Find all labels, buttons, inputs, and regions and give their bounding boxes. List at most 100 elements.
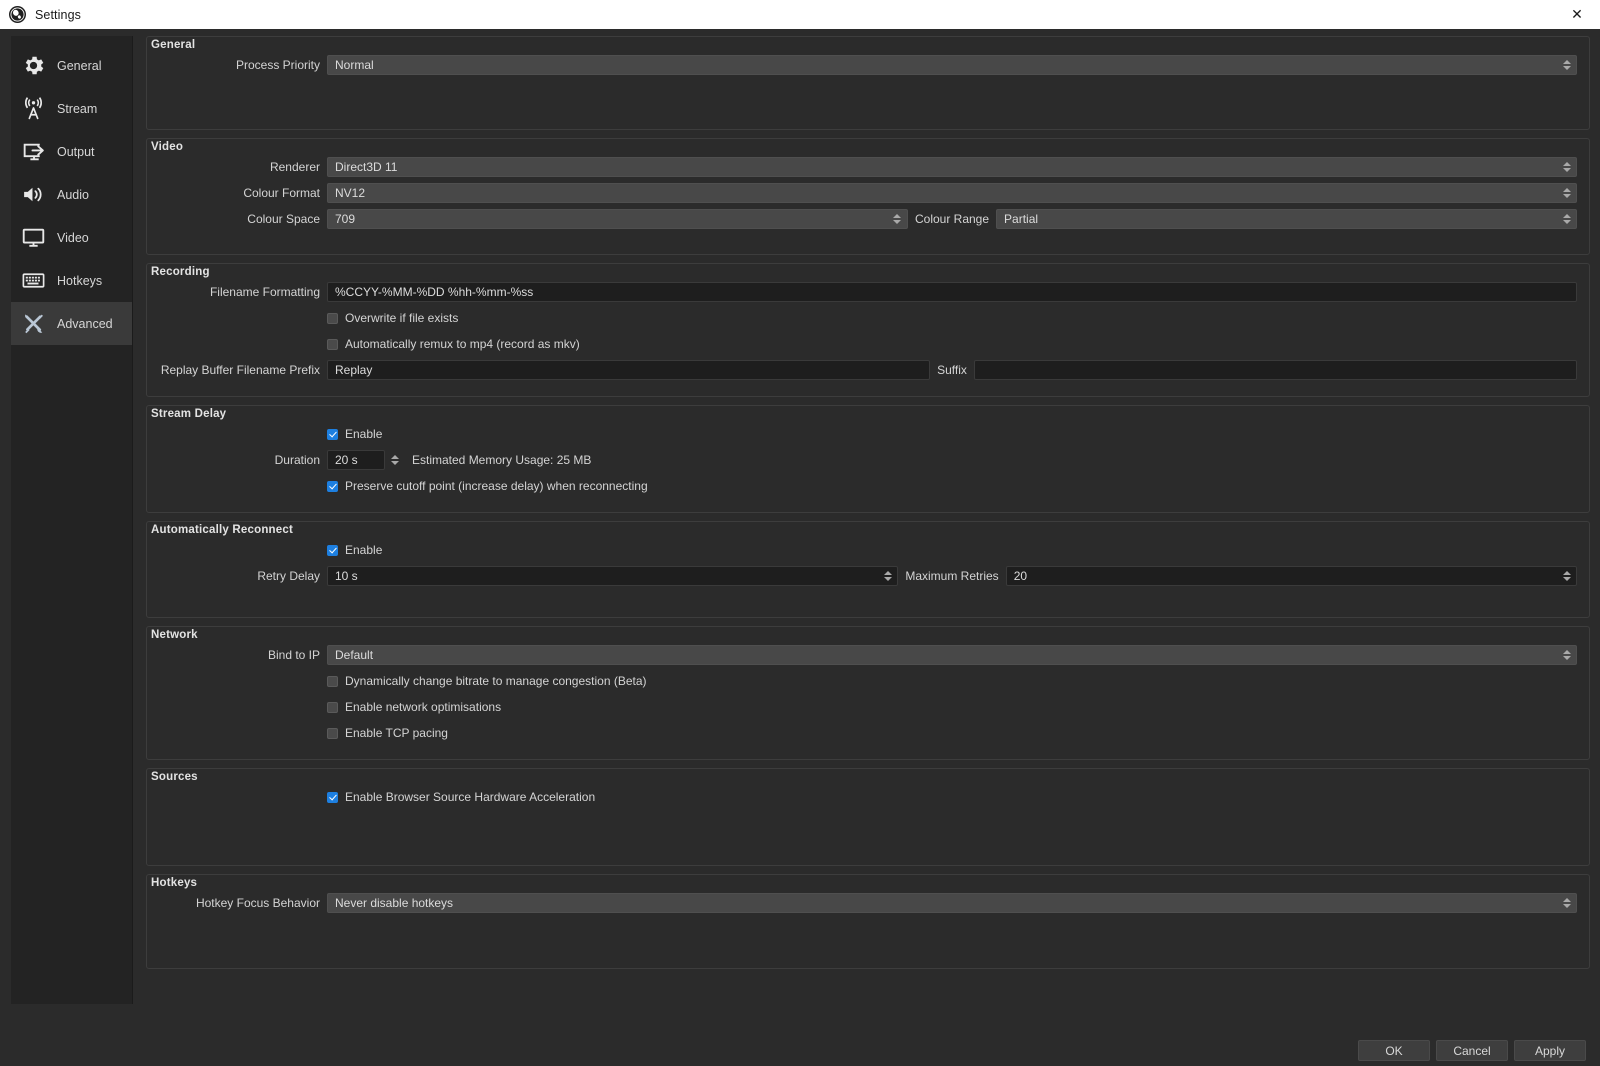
sidebar-item-output[interactable]: Output	[11, 130, 132, 173]
group-video: Video Renderer Direct3D 11 Colour Format…	[146, 138, 1590, 255]
retry-delay-input[interactable]: 10 s	[327, 566, 899, 586]
sidebar-item-label: Output	[57, 144, 95, 159]
row-renderer: Renderer Direct3D 11	[159, 157, 1577, 177]
browser-hwaccel-checkbox[interactable]	[327, 791, 338, 803]
network-optimisations-checkbox[interactable]	[327, 701, 338, 713]
spinner-arrows-icon[interactable]	[1559, 158, 1574, 176]
replay-prefix-input[interactable]: Replay	[327, 360, 931, 380]
colour-space-label: Colour Space	[247, 212, 320, 226]
ok-button[interactable]: OK	[1358, 1040, 1430, 1061]
cancel-button[interactable]: Cancel	[1436, 1040, 1508, 1061]
sidebar-item-label: Stream	[57, 101, 98, 116]
row-filename-formatting: Filename Formatting %CCYY-%MM-%DD %hh-%m…	[159, 282, 1577, 302]
group-title-video: Video	[151, 141, 184, 153]
spinner-arrows-icon[interactable]	[1559, 894, 1574, 912]
group-reconnect: Automatically Reconnect Enable Retry Del…	[146, 521, 1590, 618]
row-remux[interactable]: Automatically remux to mp4 (record as mk…	[159, 334, 1577, 354]
row-hotkey-focus-behavior: Hotkey Focus Behavior Never disable hotk…	[159, 893, 1577, 913]
apply-button[interactable]: Apply	[1514, 1040, 1586, 1061]
overwrite-checkbox[interactable]	[327, 312, 338, 324]
duration-value: 20 s	[335, 453, 358, 467]
group-title-recording: Recording	[151, 266, 210, 278]
row-stream-delay-enable[interactable]: Enable	[159, 424, 1577, 444]
row-colour-format: Colour Format NV12	[159, 183, 1577, 203]
row-replay-prefix: Replay Buffer Filename Prefix Replay Suf…	[159, 360, 1578, 380]
row-reconnect-enable[interactable]: Enable	[159, 540, 1577, 560]
obs-logo-icon	[9, 6, 26, 23]
sidebar-item-general[interactable]: General	[11, 44, 132, 87]
estimated-memory-usage: Estimated Memory Usage: 25 MB	[412, 453, 592, 467]
row-colour-space-range: Colour Space 709 Colour Range Partial	[159, 209, 1578, 229]
sidebar-item-label: Advanced	[57, 316, 113, 331]
group-title-hotkeys: Hotkeys	[151, 877, 198, 889]
suffix-input[interactable]	[973, 360, 1578, 380]
spinner-arrows-icon[interactable]	[1559, 56, 1574, 74]
process-priority-select[interactable]: Normal	[327, 55, 1577, 75]
max-retries-input[interactable]: 20	[1005, 566, 1578, 586]
filename-formatting-value: %CCYY-%MM-%DD %hh-%mm-%ss	[335, 285, 534, 299]
retry-delay-label: Retry Delay	[257, 569, 320, 583]
settings-sidebar: General Stream Output Audio Video Hotkey…	[11, 36, 133, 1004]
spinner-arrows-icon[interactable]	[890, 210, 905, 228]
replay-prefix-value: Replay	[335, 363, 373, 377]
sidebar-item-video[interactable]: Video	[11, 216, 132, 259]
row-preserve-cutoff[interactable]: Preserve cutoff point (increase delay) w…	[159, 476, 1577, 496]
duration-input[interactable]: 20 s	[327, 450, 385, 470]
retry-delay-stepper[interactable]	[881, 567, 895, 585]
window-title: Settings	[35, 7, 81, 22]
renderer-label: Renderer	[269, 160, 320, 174]
preserve-cutoff-checkbox[interactable]	[327, 480, 338, 492]
close-icon[interactable]: ✕	[1554, 0, 1600, 29]
reconnect-enable-checkbox[interactable]	[327, 544, 338, 556]
title-bar: Settings ✕	[0, 0, 1600, 29]
group-recording: Recording Filename Formatting %CCYY-%MM-…	[146, 263, 1590, 397]
row-overwrite[interactable]: Overwrite if file exists	[159, 308, 1577, 328]
spinner-arrows-icon[interactable]	[1559, 646, 1574, 664]
broadcast-icon	[19, 95, 47, 123]
remux-checkbox[interactable]	[327, 338, 338, 350]
row-browser-hwaccel[interactable]: Enable Browser Source Hardware Accelerat…	[159, 787, 1577, 807]
group-title-general: General	[151, 39, 196, 51]
dynamic-bitrate-checkbox[interactable]	[327, 675, 338, 687]
group-hotkeys: Hotkeys Hotkey Focus Behavior Never disa…	[146, 874, 1590, 969]
bind-to-ip-select[interactable]: Default	[327, 645, 1577, 665]
row-duration: Duration 20 s Estimated Memory Usage: 25…	[159, 450, 1577, 470]
replay-prefix-label: Replay Buffer Filename Prefix	[160, 363, 320, 377]
sidebar-item-label: General	[57, 58, 102, 73]
row-network-optimisations[interactable]: Enable network optimisations	[159, 697, 1577, 717]
stream-delay-enable-checkbox[interactable]	[327, 428, 338, 440]
filename-formatting-input[interactable]: %CCYY-%MM-%DD %hh-%mm-%ss	[327, 282, 1577, 302]
spinner-arrows-icon[interactable]	[1559, 210, 1574, 228]
dialog-footer: OK Cancel Apply	[0, 1035, 1600, 1066]
duration-stepper[interactable]	[387, 455, 403, 465]
settings-content: General Process Priority Normal Video Re…	[133, 29, 1600, 1035]
sidebar-item-hotkeys[interactable]: Hotkeys	[11, 259, 132, 302]
max-retries-stepper[interactable]	[1560, 567, 1574, 585]
tcp-pacing-label: Enable TCP pacing	[345, 726, 448, 740]
bind-to-ip-label: Bind to IP	[267, 648, 320, 662]
output-icon	[19, 138, 47, 166]
row-tcp-pacing[interactable]: Enable TCP pacing	[159, 723, 1577, 743]
process-priority-value: Normal	[335, 58, 374, 72]
monitor-icon	[19, 224, 47, 252]
tcp-pacing-checkbox[interactable]	[327, 727, 338, 739]
sidebar-item-stream[interactable]: Stream	[11, 87, 132, 130]
renderer-value: Direct3D 11	[335, 160, 398, 174]
sidebar-item-audio[interactable]: Audio	[11, 173, 132, 216]
colour-space-select[interactable]: 709	[327, 209, 908, 229]
hotkey-focus-behavior-select[interactable]: Never disable hotkeys	[327, 893, 1577, 913]
group-title-reconnect: Automatically Reconnect	[151, 524, 293, 536]
gear-icon	[19, 52, 47, 80]
stream-delay-enable-label: Enable	[345, 427, 383, 441]
network-optimisations-label: Enable network optimisations	[345, 700, 502, 714]
row-dynamic-bitrate[interactable]: Dynamically change bitrate to manage con…	[159, 671, 1577, 691]
spinner-arrows-icon[interactable]	[1559, 184, 1574, 202]
colour-range-select[interactable]: Partial	[996, 209, 1578, 229]
renderer-select[interactable]: Direct3D 11	[327, 157, 1577, 177]
colour-format-select[interactable]: NV12	[327, 183, 1577, 203]
sidebar-item-advanced[interactable]: Advanced	[11, 302, 132, 345]
max-retries-label: Maximum Retries	[905, 569, 999, 583]
duration-label: Duration	[274, 453, 320, 467]
colour-space-value: 709	[335, 212, 356, 226]
row-retry-delay: Retry Delay 10 s Maximum Retries 20	[159, 566, 1578, 586]
